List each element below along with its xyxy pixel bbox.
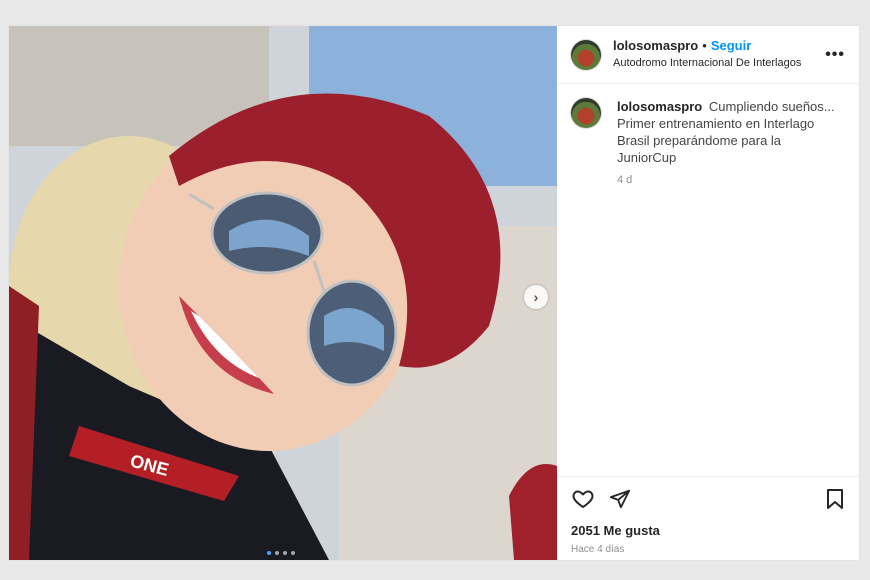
header-text: lolosomaspro • Seguir Autodromo Internacio…: [613, 38, 825, 70]
location-link[interactable]: Autodromo Internacional De Interlagos: [613, 57, 825, 70]
avatar[interactable]: [571, 39, 601, 70]
more-options-icon[interactable]: •••: [825, 46, 845, 64]
post-header: lolosomaspro • Seguir Autodromo Internacio…: [557, 26, 859, 84]
caption-avatar[interactable]: [571, 98, 601, 128]
caption-username[interactable]: lolosomaspro: [617, 99, 702, 114]
separator: •: [702, 38, 707, 54]
post-footer: 2051 Me gusta Hace 4 días: [557, 476, 859, 560]
bookmark-icon[interactable]: [825, 488, 845, 510]
post-sidebar: lolosomaspro • Seguir Autodromo Internacio…: [557, 26, 859, 560]
likes-count[interactable]: 2051 Me gusta: [571, 523, 845, 538]
heart-icon[interactable]: [571, 487, 595, 511]
instagram-post: ONE › lolosomaspro • Seguir Autodromo In…: [9, 26, 859, 560]
action-bar: [571, 485, 845, 513]
paper-plane-icon[interactable]: [609, 488, 631, 510]
post-date: Hace 4 días: [571, 544, 625, 555]
post-photo: ONE: [9, 26, 557, 560]
carousel-dot: [291, 551, 295, 555]
chevron-right-icon: ›: [533, 289, 539, 305]
header-row: lolosomaspro • Seguir: [613, 38, 825, 54]
caption-time: 4 d: [617, 174, 633, 186]
next-slide-button[interactable]: ›: [524, 285, 548, 309]
caption-body: lolosomaspro Cumpliendo sueños... Primer…: [617, 98, 837, 189]
carousel-indicator: [267, 551, 295, 555]
carousel-dot: [275, 551, 279, 555]
carousel-dot: [283, 551, 287, 555]
carousel-dot: [267, 551, 271, 555]
username-link[interactable]: lolosomaspro: [613, 38, 698, 53]
post-media[interactable]: ONE ›: [9, 26, 557, 560]
caption: lolosomaspro Cumpliendo sueños... Primer…: [557, 84, 859, 189]
follow-button[interactable]: Seguir: [711, 38, 751, 53]
